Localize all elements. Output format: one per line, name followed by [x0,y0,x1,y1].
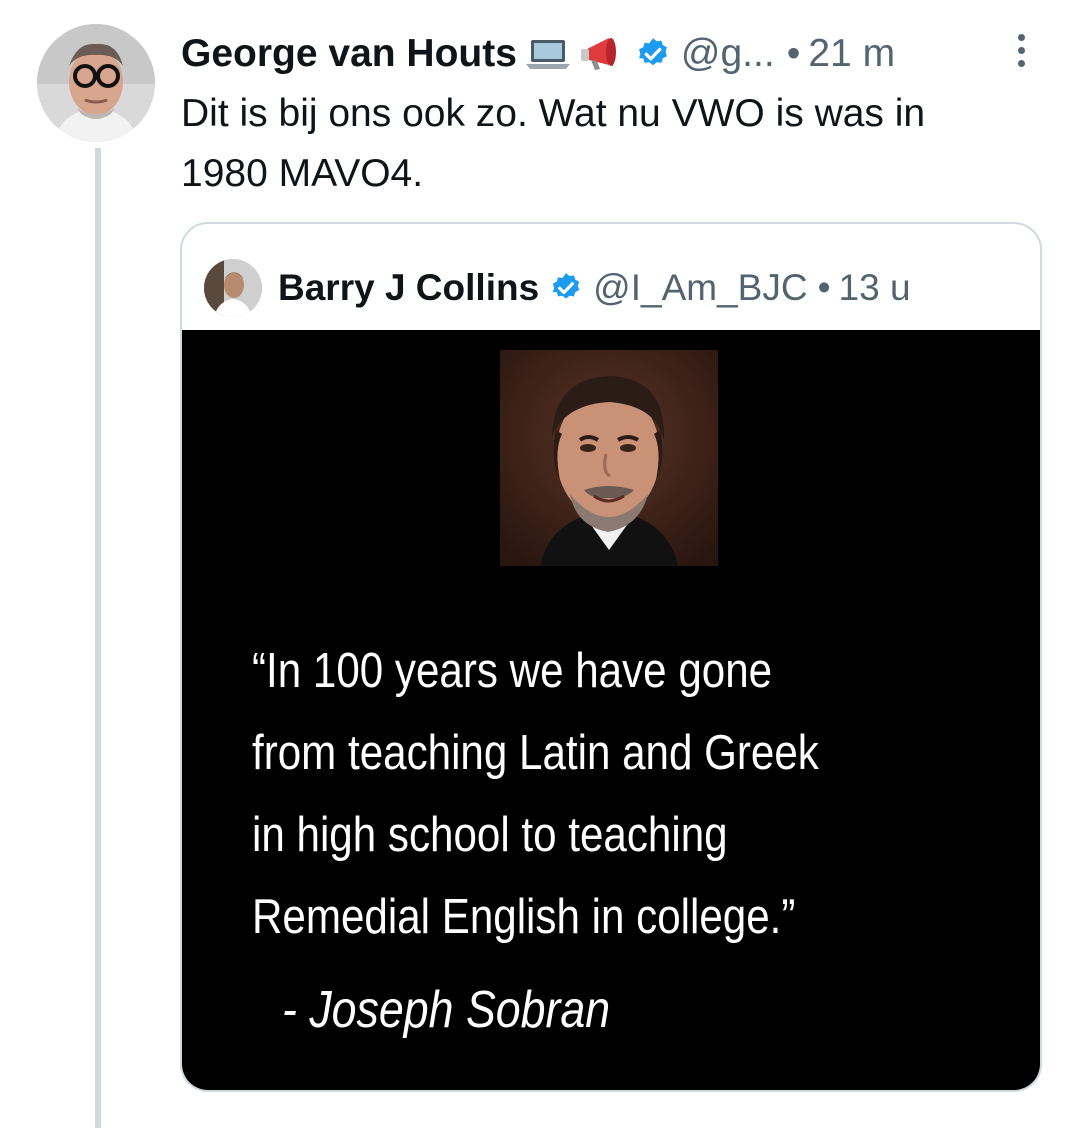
megaphone-icon [579,34,625,74]
quote-line: in high school to teaching [252,808,728,862]
tweet-view: George van Houts @g... • 21 m Dit is bij… [0,0,1075,1128]
quoted-tweet-time[interactable]: 13 u [839,267,911,309]
more-options-icon[interactable] [1018,34,1025,67]
author-name[interactable]: George van Houts [181,32,517,76]
tweet-text-line: Dit is bij ons ook zo. Wat nu VWO is was… [181,92,926,135]
quoted-tweet-media[interactable]: “In 100 years we have gone from teaching… [182,330,1040,1090]
verified-badge-icon [635,36,671,72]
author-handle[interactable]: @g... [681,32,775,76]
tweet-time[interactable]: 21 m [808,32,895,76]
quoted-author-name[interactable]: Barry J Collins [278,267,539,309]
laptop-icon [525,34,571,74]
quote-text: “In 100 years we have gone from teaching… [252,630,1009,958]
quoted-tweet-card[interactable]: Barry J Collins @I_Am_BJC • 13 u “In 100… [180,222,1042,1092]
quoted-author-avatar[interactable] [204,259,262,317]
tweet-header: George van Houts @g... • 21 m [181,24,1041,84]
tweet-text-line: 1980 MAVO4. [181,152,424,195]
quote-line: Remedial English in college.” [252,890,796,944]
portrait-photo [500,350,718,566]
author-avatar[interactable] [37,24,155,142]
quote-line: from teaching Latin and Greek [252,726,819,780]
tweet-text: Dit is bij ons ook zo. Wat nu VWO is was… [181,84,1051,204]
quoted-tweet-header: Barry J Collins @I_Am_BJC • 13 u [204,258,911,318]
verified-badge-icon [549,271,583,305]
thread-line [95,148,101,1128]
quote-line: “In 100 years we have gone [252,644,773,698]
separator-dot: • [817,267,831,308]
quote-attribution: - Joseph Sobran [282,981,611,1039]
separator-dot: • [786,32,801,75]
quoted-author-handle[interactable]: @I_Am_BJC [593,267,807,309]
